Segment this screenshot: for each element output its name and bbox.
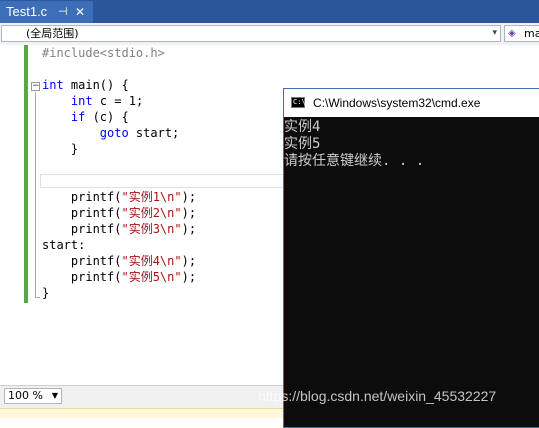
code-line[interactable]: int main() { [42,77,196,93]
code-line[interactable] [42,173,196,189]
cmd-output-line: 实例4 [284,119,321,135]
code-token: } [42,142,79,156]
code-token: "实例5\n" [121,270,182,284]
code-line[interactable]: } [42,285,196,301]
navigation-bar: (全局范围) ▾ ◈ ma [0,23,539,46]
function-cube-icon: ◈ [508,28,516,39]
code-token: printf( [42,222,122,236]
code-token: ); [181,254,197,268]
code-token: ); [181,190,197,204]
document-tab-strip: Test1.c ⊣ ✕ [0,0,539,23]
tab-filename: Test1.c [6,4,48,19]
collapse-toggle-icon[interactable]: − [31,82,40,91]
code-line[interactable]: } [42,141,196,157]
outline-fold-end [35,297,40,298]
outline-fold-line [35,92,36,298]
code-token: start; [128,126,180,140]
change-tracking-bar [24,45,28,303]
member-dropdown-label: ma [524,27,539,40]
code-token: if [70,110,86,124]
code-token: printf( [42,206,122,220]
zoom-level-label: 100 % [8,389,43,402]
cmd-output: 实例4 实例5 请按任意键继续. . . [284,119,424,170]
member-dropdown[interactable]: ◈ ma [504,25,539,42]
code-line[interactable]: goto start; [42,125,196,141]
cmd-window-title: C:\Windows\system32\cmd.exe [313,96,481,110]
code-token: #include<stdio.h> [42,46,165,60]
cmd-output-line: 请按任意键继续. . . [284,153,425,169]
chevron-down-icon: ▼ [51,391,58,400]
code-token: c = 1; [92,94,144,108]
code-token: ); [181,222,197,236]
code-token: main() { [63,78,129,92]
code-line[interactable]: printf("实例3\n"); [42,221,196,237]
code-line[interactable]: start: [42,237,196,253]
code-line[interactable]: if (c) { [42,109,196,125]
scope-dropdown-label: (全局范围) [26,27,79,40]
code-token: printf( [42,270,122,284]
code-line[interactable]: printf("实例1\n"); [42,189,196,205]
watermark-text: https://blog.csdn.net/weixin_45532227 [258,388,497,404]
scope-dropdown[interactable]: (全局范围) ▾ [1,25,501,42]
cmd-console-icon: C:\ [291,97,306,108]
code-token: printf( [42,190,122,204]
document-tab-test1[interactable]: Test1.c ⊣ ✕ [0,1,93,23]
code-line[interactable]: printf("实例4\n"); [42,253,196,269]
zoom-level-dropdown[interactable]: 100 % ▼ [4,388,62,404]
code-token: "实例2\n" [121,206,182,220]
code-token: "实例4\n" [121,254,182,268]
code-token: int [70,94,93,108]
cmd-output-line: 实例5 [284,136,321,152]
cmd-title-bar[interactable]: C:\ C:\Windows\system32\cmd.exe [284,89,539,117]
pin-icon[interactable]: ⊣ [58,1,68,23]
code-token: } [42,286,50,300]
code-token: "实例3\n" [121,222,182,236]
code-line[interactable]: printf("实例2\n"); [42,205,196,221]
code-line[interactable]: #include<stdio.h> [42,45,196,61]
code-token: "实例1\n" [121,190,182,204]
code-token: printf( [42,254,122,268]
code-line[interactable] [42,61,196,77]
code-line[interactable]: printf("实例5\n"); [42,269,196,285]
code-token: ); [181,270,197,284]
code-token: (c) { [85,110,129,124]
chevron-down-icon: ▾ [492,28,497,38]
code-line[interactable] [42,157,196,173]
code-token: start: [42,238,86,252]
cmd-console-window[interactable]: C:\ C:\Windows\system32\cmd.exe 实例4 实例5 请按… [283,88,539,428]
code-text[interactable]: #include<stdio.h> int main() { int c = 1… [42,45,196,301]
code-token: ); [181,206,197,220]
code-token: int [42,78,64,92]
code-line[interactable]: int c = 1; [42,93,196,109]
close-icon[interactable]: ✕ [75,1,85,23]
code-token: goto [99,126,129,140]
